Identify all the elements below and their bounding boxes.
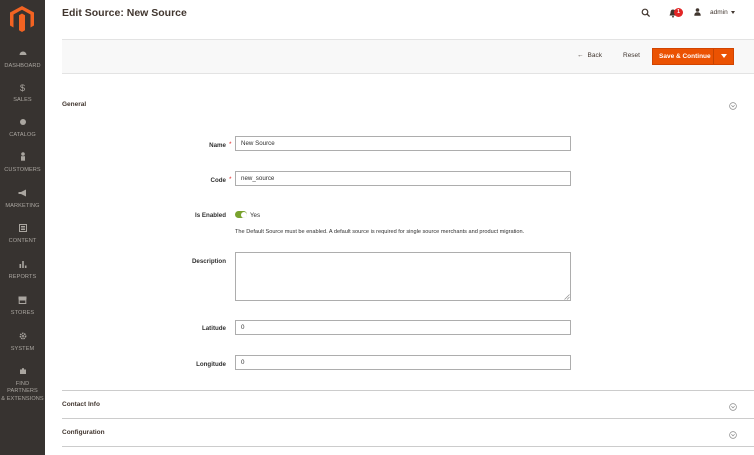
- is-enabled-toggle[interactable]: [235, 211, 247, 218]
- sidebar-label: SYSTEM: [10, 346, 35, 352]
- sidebar-item-reports[interactable]: REPORTS: [0, 259, 45, 281]
- chevron-down-icon[interactable]: [731, 11, 735, 14]
- split-divider: [713, 49, 714, 64]
- section-divider: [62, 446, 754, 447]
- dollar-icon: $: [19, 83, 25, 93]
- sidebar-label: DASHBOARD: [4, 63, 41, 69]
- search-icon[interactable]: [641, 8, 651, 18]
- sidebar-item-catalog[interactable]: CATALOG: [0, 117, 45, 139]
- required-asterisk: *: [229, 176, 232, 183]
- magento-logo-icon[interactable]: [10, 6, 34, 32]
- is-enabled-label: Is Enabled: [195, 212, 226, 219]
- required-asterisk: *: [229, 141, 232, 148]
- admin-sidebar: DASHBOARD $ SALES CATALOG CUSTOMERS MARK…: [0, 0, 45, 455]
- sidebar-label: STORES: [10, 310, 35, 316]
- section-divider: [62, 390, 754, 391]
- sidebar-label: FIND PARTNERS: [7, 381, 38, 394]
- resize-handle-icon[interactable]: [564, 294, 570, 300]
- sidebar-item-stores[interactable]: STORES: [0, 295, 45, 317]
- section-title-general[interactable]: General: [62, 101, 86, 108]
- back-button[interactable]: ← Back: [577, 52, 602, 59]
- notification-count-badge[interactable]: 1: [674, 8, 683, 17]
- dashboard-icon: [0, 48, 45, 60]
- save-and-continue-label: Save & Continue: [659, 53, 711, 60]
- latitude-label: Latitude: [201, 325, 226, 332]
- storefront-icon: [0, 295, 45, 307]
- description-label: Description: [191, 258, 226, 265]
- code-label: Code: [210, 177, 226, 184]
- user-menu-name[interactable]: admin: [710, 9, 728, 16]
- sidebar-label: SALES: [13, 97, 32, 103]
- code-input[interactable]: [235, 171, 571, 186]
- section-title-configuration[interactable]: Configuration: [62, 429, 105, 436]
- puzzle-icon: [0, 366, 45, 378]
- back-button-label: Back: [587, 52, 602, 59]
- section-title-contact-info[interactable]: Contact Info: [62, 401, 100, 408]
- page-actions-bar: [62, 39, 754, 74]
- section-divider: [62, 418, 754, 419]
- sidebar-label: REPORTS: [8, 274, 37, 280]
- reset-button[interactable]: Reset: [623, 52, 640, 59]
- sidebar-label: & EXTENSIONS: [1, 396, 44, 402]
- name-label: Name: [209, 142, 226, 149]
- sidebar-item-marketing[interactable]: MARKETING: [0, 188, 45, 210]
- person-icon: [0, 152, 45, 164]
- description-textarea[interactable]: [235, 252, 571, 301]
- expand-icon[interactable]: [729, 431, 737, 439]
- cube-icon: [0, 117, 45, 129]
- toggle-knob: [240, 211, 247, 218]
- longitude-label: Longitude: [196, 361, 226, 368]
- is-enabled-note: The Default Source must be enabled. A de…: [235, 229, 525, 235]
- page-title: Edit Source: New Source: [62, 7, 187, 19]
- arrow-left-icon: ←: [577, 52, 584, 59]
- chevron-down-icon[interactable]: [721, 54, 727, 58]
- sidebar-label: MARKETING: [5, 203, 40, 209]
- expand-icon[interactable]: [729, 403, 737, 411]
- gear-icon: [0, 331, 45, 343]
- latitude-input[interactable]: [235, 320, 571, 335]
- bar-chart-icon: [0, 259, 45, 271]
- megaphone-icon: [0, 188, 45, 200]
- sidebar-item-system[interactable]: SYSTEM: [0, 331, 45, 353]
- sidebar-item-content[interactable]: CONTENT: [0, 223, 45, 245]
- save-and-continue-button[interactable]: Save & Continue: [652, 48, 734, 65]
- collapse-icon[interactable]: [729, 102, 737, 110]
- sidebar-item-sales[interactable]: $ SALES: [0, 82, 45, 104]
- user-icon[interactable]: [694, 8, 701, 16]
- longitude-input[interactable]: [235, 355, 571, 370]
- sidebar-label: CATALOG: [9, 132, 36, 138]
- sidebar-label: CONTENT: [8, 238, 37, 244]
- name-input[interactable]: [235, 136, 571, 151]
- sidebar-label: CUSTOMERS: [4, 167, 41, 173]
- sidebar-item-dashboard[interactable]: DASHBOARD: [0, 48, 45, 70]
- is-enabled-value: Yes: [250, 212, 261, 219]
- layout-icon: [0, 223, 45, 235]
- sidebar-item-find-partners[interactable]: FIND PARTNERS & EXTENSIONS: [0, 366, 45, 403]
- sidebar-item-customers[interactable]: CUSTOMERS: [0, 152, 45, 174]
